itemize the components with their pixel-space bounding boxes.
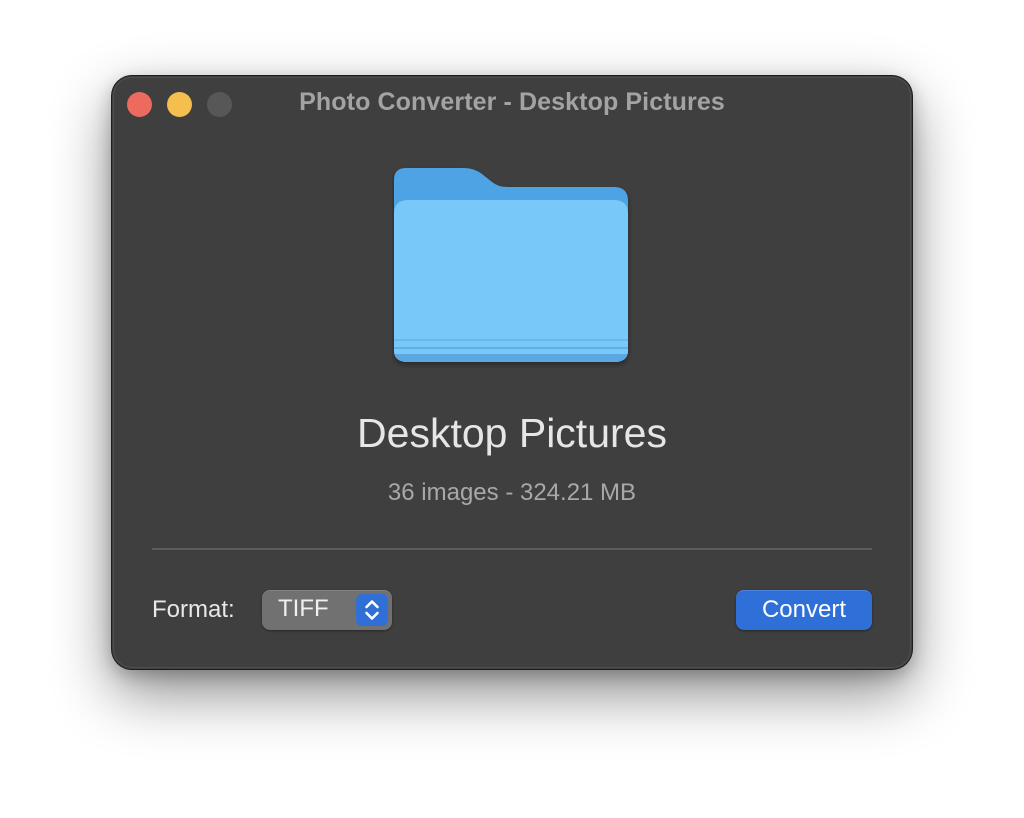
folder-info: 36 images - 324.21 MB <box>387 479 637 506</box>
title-bar[interactable]: Photo Converter - Desktop Pictures <box>112 76 912 132</box>
convert-button[interactable]: Convert <box>736 590 872 630</box>
photo-converter-window: Photo Converter - Desktop Pictures Deskt… <box>112 76 912 669</box>
window-title: Photo Converter - Desktop Pictures <box>299 88 725 116</box>
folder-name: Desktop Pictures <box>357 410 667 456</box>
folder-icon <box>394 168 628 362</box>
format-select-value: TIFF <box>278 595 329 622</box>
format-select[interactable]: TIFF <box>262 590 392 630</box>
format-label: Format: <box>152 596 235 623</box>
divider <box>152 548 872 550</box>
select-stepper-icon <box>356 594 388 626</box>
